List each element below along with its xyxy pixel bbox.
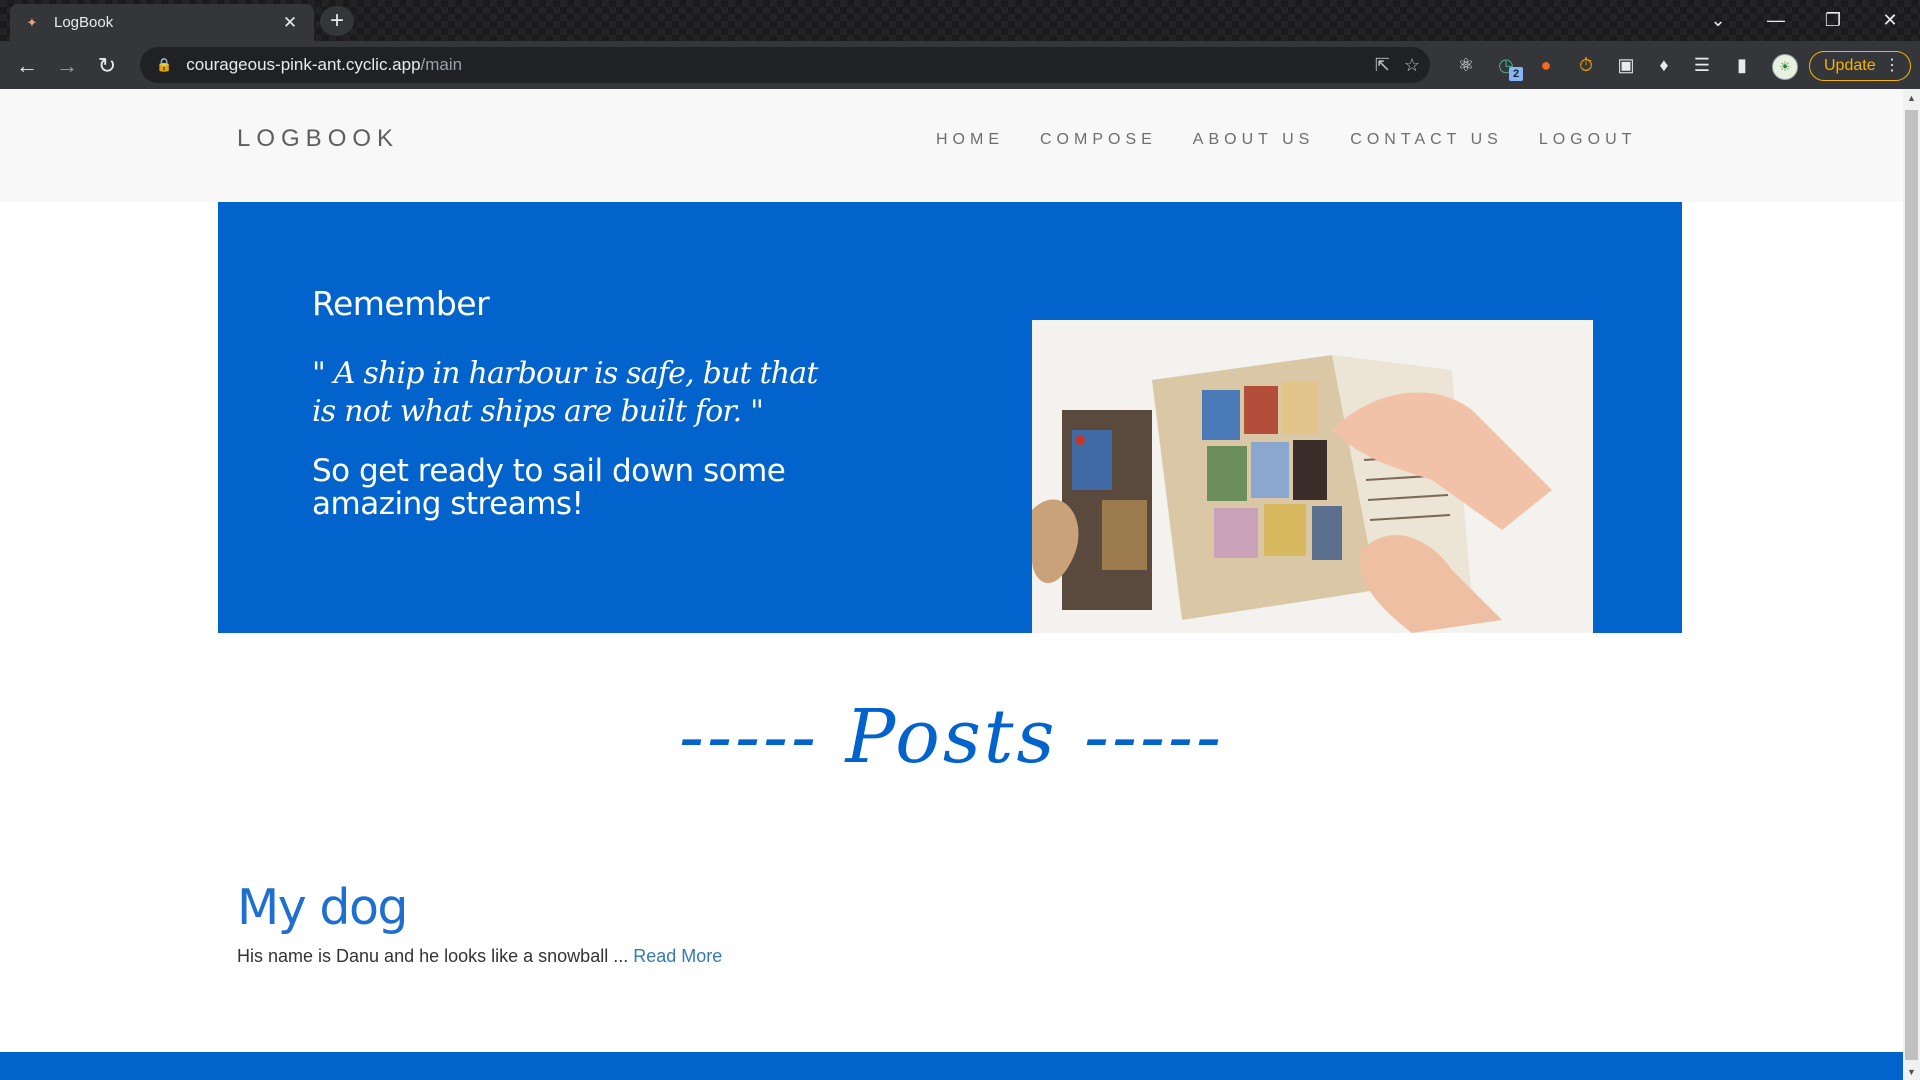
journal-photo-icon: [1032, 320, 1593, 633]
browser-tab[interactable]: ✦ LogBook ✕: [10, 4, 314, 41]
browser-tab-strip: ✦ LogBook ✕ + ⌄ — ❐ ✕: [0, 0, 1920, 41]
nav-links: HOME COMPOSE ABOUT US CONTACT US LOGOUT: [936, 131, 1672, 149]
tab-title: LogBook: [54, 14, 114, 31]
forward-icon[interactable]: →: [50, 49, 84, 83]
capture-extension-icon[interactable]: ▣: [1610, 49, 1642, 81]
back-icon[interactable]: ←: [10, 49, 44, 83]
hero-heading: Remember: [312, 284, 490, 323]
more-menu-icon[interactable]: ⋮: [1884, 55, 1900, 75]
paint-extension-icon[interactable]: ●: [1530, 49, 1562, 81]
posts-heading: ----- Posts -----: [678, 694, 1225, 780]
nav-about-us[interactable]: ABOUT US: [1193, 131, 1315, 149]
profile-avatar[interactable]: ☀: [1772, 54, 1798, 80]
hero-quote: " A ship in harbour is safe, but that is…: [312, 356, 818, 429]
post-item: My dog His name is Danu and he looks lik…: [237, 879, 722, 967]
site-navbar: LOGBOOK HOME COMPOSE ABOUT US CONTACT US…: [0, 89, 1903, 202]
media-queue-icon[interactable]: ☰: [1686, 49, 1718, 81]
scroll-down-icon[interactable]: ▼: [1903, 1063, 1920, 1080]
nav-logout[interactable]: LOGOUT: [1539, 131, 1637, 149]
bookmark-star-icon[interactable]: ☆: [1404, 55, 1420, 76]
restore-icon[interactable]: ❐: [1805, 0, 1861, 41]
react-devtools-icon[interactable]: ⚛: [1450, 49, 1482, 81]
browser-toolbar: ← → ↻ 🔒 courageous-pink-ant.cyclic.app/m…: [0, 41, 1920, 89]
scroll-up-icon[interactable]: ▲: [1903, 89, 1920, 106]
site-brand[interactable]: LOGBOOK: [237, 125, 399, 153]
minimize-icon[interactable]: —: [1748, 0, 1804, 41]
stopwatch-extension-icon[interactable]: ⏱: [1570, 49, 1602, 81]
update-label: Update: [1824, 57, 1876, 74]
post-excerpt: His name is Danu and he looks like a sno…: [237, 946, 634, 966]
page-scrollbar[interactable]: ▲ ▼: [1903, 89, 1920, 1080]
nav-contact-us[interactable]: CONTACT US: [1350, 131, 1503, 149]
nav-compose[interactable]: COMPOSE: [1040, 131, 1157, 149]
new-tab-button[interactable]: +: [320, 6, 354, 36]
close-window-icon[interactable]: ✕: [1862, 0, 1918, 41]
side-panel-icon[interactable]: ▮: [1726, 49, 1758, 81]
site-favicon-icon: ✦: [26, 14, 38, 30]
share-icon[interactable]: ⇱: [1375, 55, 1390, 76]
address-bar[interactable]: 🔒 courageous-pink-ant.cyclic.app/main ⇱ …: [140, 47, 1430, 83]
page-viewport: LOGBOOK HOME COMPOSE ABOUT US CONTACT US…: [0, 89, 1920, 1080]
reload-icon[interactable]: ↻: [90, 49, 124, 83]
extension-badge: 2: [1509, 67, 1523, 81]
hero-banner: Remember " A ship in harbour is safe, bu…: [218, 202, 1682, 633]
post-title: My dog: [237, 879, 409, 936]
url-host: courageous-pink-ant.cyclic.app: [186, 55, 421, 74]
scrollbar-thumb[interactable]: [1905, 110, 1918, 1060]
nav-home[interactable]: HOME: [936, 131, 1004, 149]
update-button[interactable]: Update ⋮: [1809, 51, 1911, 81]
tab-search-icon[interactable]: ⌄: [1690, 0, 1746, 41]
hero-subtext: So get ready to sail down some amazing s…: [312, 453, 786, 522]
close-tab-icon[interactable]: ✕: [280, 13, 300, 33]
url-path: /main: [420, 55, 463, 74]
read-more-link[interactable]: Read More: [633, 946, 722, 966]
lock-icon: 🔒: [156, 57, 173, 72]
site-footer: [0, 1052, 1903, 1080]
post-excerpt-line: His name is Danu and he looks like a sno…: [237, 946, 722, 967]
extensions-puzzle-icon[interactable]: ♦: [1648, 49, 1680, 81]
